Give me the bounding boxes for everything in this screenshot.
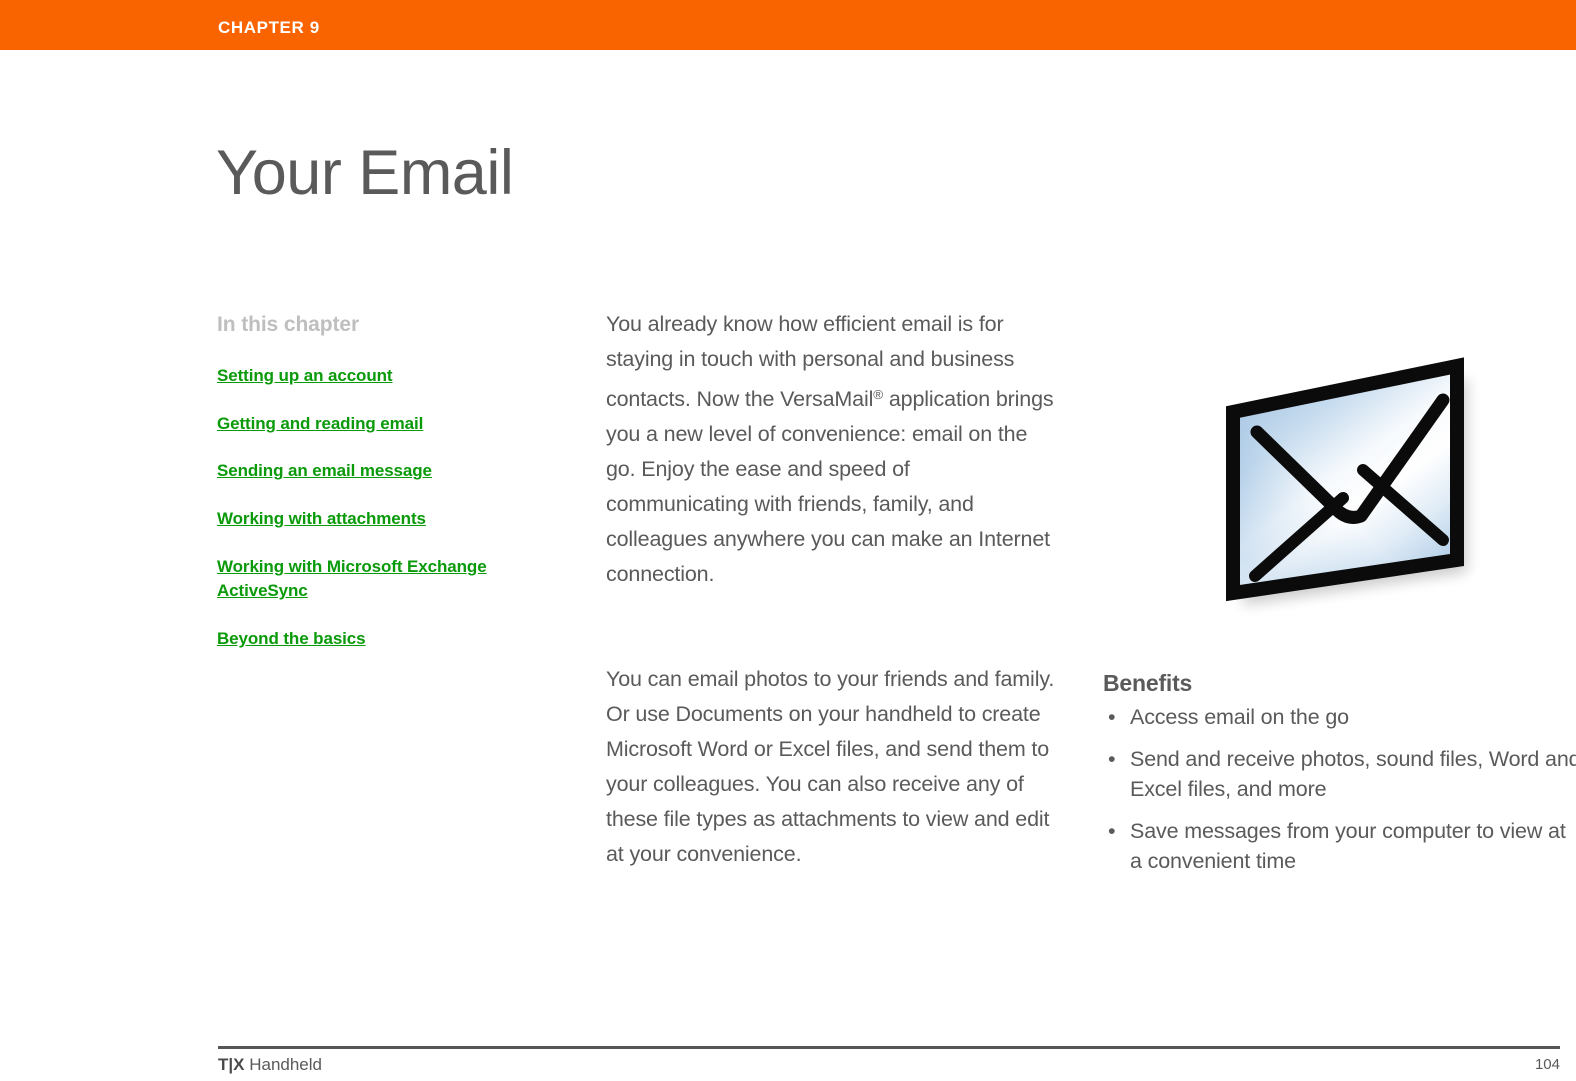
bullet-icon: • (1108, 747, 1116, 771)
bullet-icon: • (1108, 819, 1116, 843)
benefit-text: Save messages from your computer to view… (1130, 819, 1566, 873)
footer-product: Handheld (244, 1055, 322, 1074)
chapter-header-bar: CHAPTER 9 (0, 0, 1576, 50)
benefit-text: Access email on the go (1130, 705, 1349, 729)
secondary-paragraph: You can email photos to your friends and… (606, 666, 1055, 866)
bullet-icon: • (1108, 705, 1116, 729)
list-item: Working with attachments (217, 507, 547, 532)
page-number: 104 (1534, 1056, 1560, 1073)
list-item: • Send and receive photos, sound files, … (1103, 744, 1576, 804)
list-item: • Save messages from your computer to vi… (1103, 816, 1576, 876)
list-item: Sending an email message (217, 459, 547, 484)
list-item: Setting up an account (217, 364, 547, 389)
toc-link-setting-up-an-account[interactable]: Setting up an account (217, 366, 393, 385)
chapter-label: CHAPTER 9 (218, 18, 320, 37)
list-item: Getting and reading email (217, 412, 547, 437)
footer-divider (218, 1046, 1560, 1049)
registered-trademark-mark: ® (873, 387, 884, 402)
in-this-chapter-sidebar: In this chapter Setting up an account Ge… (217, 313, 547, 675)
toc-link-working-with-attachments[interactable]: Working with attachments (217, 509, 426, 528)
envelope-illustration-container (1195, 348, 1495, 628)
footer-product-label: T|X Handheld (218, 1055, 322, 1075)
benefits-section: Benefits • Access email on the go • Send… (1103, 670, 1576, 876)
intro-paragraph-part-2: application brings you a new level of co… (606, 386, 1054, 586)
toc-link-sending-an-email-message[interactable]: Sending an email message (217, 461, 432, 480)
page-title: Your Email (216, 138, 514, 209)
footer-brand: T|X (218, 1055, 245, 1074)
benefits-list: • Access email on the go • Send and rece… (1103, 702, 1576, 876)
benefit-text: Send and receive photos, sound files, Wo… (1130, 747, 1576, 801)
sidebar-heading: In this chapter (217, 313, 360, 336)
body-copy-column: You already know how efficient email is … (606, 307, 1058, 872)
envelope-icon (1226, 357, 1464, 602)
chapter-toc-list: Setting up an account Getting and readin… (217, 364, 547, 651)
list-item: • Access email on the go (1103, 702, 1576, 732)
toc-link-beyond-the-basics[interactable]: Beyond the basics (217, 629, 366, 648)
list-item: Working with Microsoft Exchange ActiveSy… (217, 555, 547, 604)
toc-link-getting-and-reading-email[interactable]: Getting and reading email (217, 414, 423, 433)
toc-link-working-with-microsoft-exchange-activesync[interactable]: Working with Microsoft Exchange ActiveSy… (217, 557, 487, 601)
list-item: Beyond the basics (217, 627, 547, 652)
intro-paragraph: You already know how efficient email is … (606, 307, 1058, 592)
benefits-heading: Benefits (1103, 670, 1193, 696)
